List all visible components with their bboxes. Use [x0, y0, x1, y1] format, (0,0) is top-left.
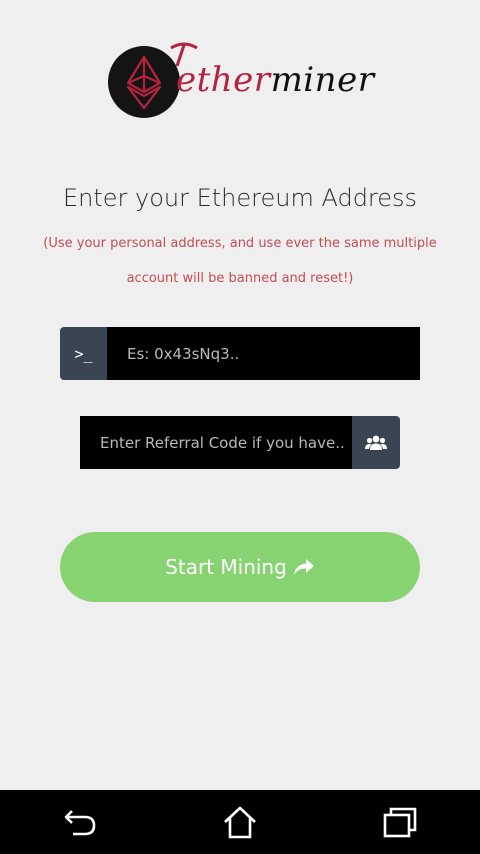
app-logo: etherminer [108, 42, 378, 120]
home-button[interactable] [210, 797, 270, 847]
android-navigation-bar [0, 790, 480, 854]
ethereum-address-input[interactable] [107, 327, 420, 380]
recent-apps-button[interactable] [370, 797, 430, 847]
terminal-prompt-icon: >_ [60, 327, 107, 380]
referral-input-group [80, 416, 400, 469]
back-icon [64, 810, 96, 836]
address-input-group: >_ [60, 327, 420, 380]
page-title: Enter your Ethereum Address [62, 184, 418, 212]
logo-word-ether: ether [176, 60, 271, 100]
share-arrow-icon [293, 559, 314, 575]
logo-word-miner: miner [270, 60, 375, 100]
logo-wordmark: etherminer [176, 60, 374, 100]
back-button[interactable] [50, 797, 110, 847]
home-icon [224, 806, 256, 839]
recent-apps-icon [383, 807, 417, 838]
users-icon [352, 416, 400, 469]
address-warning-note: (Use your personal address, and use ever… [43, 236, 437, 286]
start-mining-label: Start Mining [165, 555, 287, 579]
referral-code-input[interactable] [80, 416, 352, 469]
start-mining-button[interactable]: Start Mining [60, 532, 420, 602]
